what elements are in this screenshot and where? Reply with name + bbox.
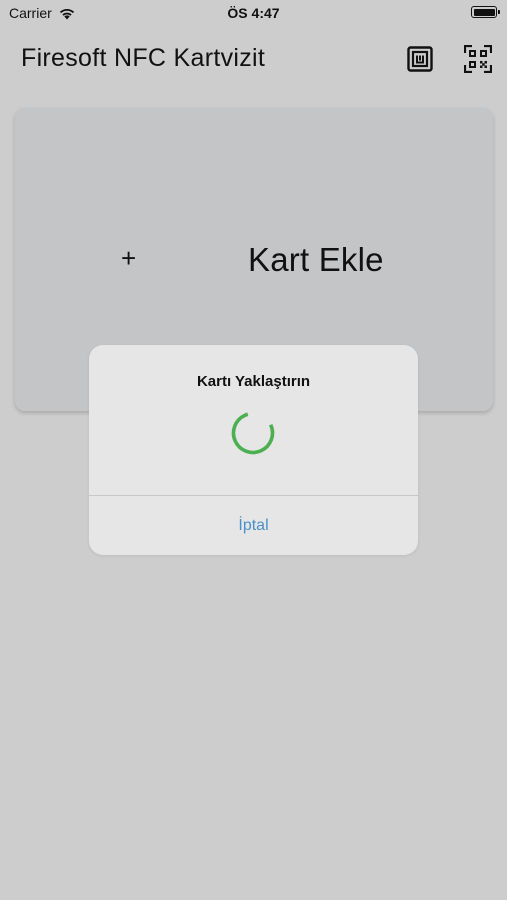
nfc-button[interactable] bbox=[405, 44, 435, 74]
dialog-title: Kartı Yaklaştırın bbox=[196, 373, 311, 390]
qr-code-icon bbox=[464, 45, 492, 73]
add-card-label: Kart Ekle bbox=[248, 241, 384, 278]
nfc-scan-dialog: Kartı Yaklaştırın İptal bbox=[89, 345, 418, 555]
qr-scan-button[interactable] bbox=[463, 44, 493, 74]
app-title: Firesoft NFC Kartvizit bbox=[21, 44, 266, 72]
status-bar: Carrier ÖS 4:47 bbox=[0, 0, 507, 28]
plus-icon: + bbox=[121, 243, 137, 273]
loading-spinner-icon bbox=[231, 411, 275, 455]
status-time: ÖS 4:47 bbox=[227, 5, 280, 21]
nfc-icon bbox=[407, 46, 433, 72]
cancel-button[interactable]: İptal bbox=[89, 496, 418, 555]
battery-icon bbox=[471, 6, 500, 18]
